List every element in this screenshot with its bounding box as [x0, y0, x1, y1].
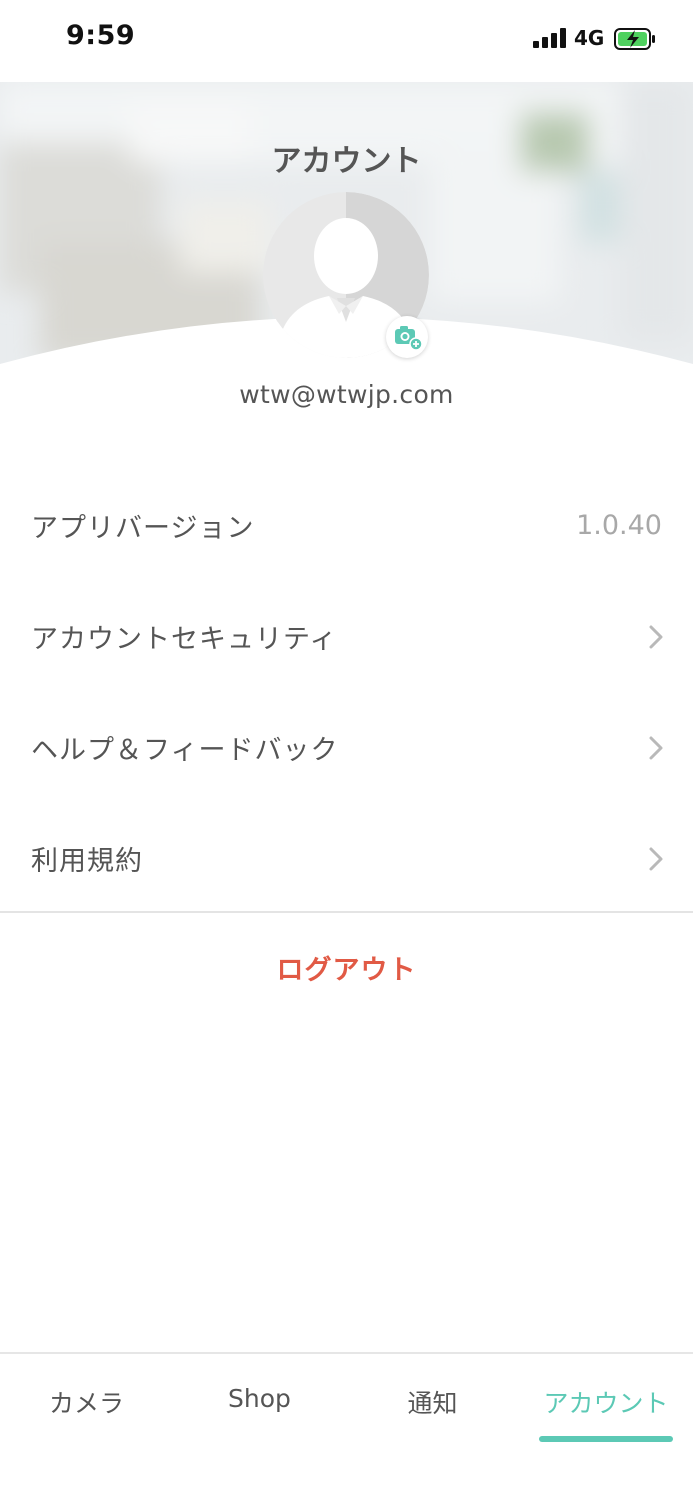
profile-header: アカウント: [0, 82, 693, 412]
signal-icon: [533, 28, 567, 48]
active-tab-indicator: [539, 1436, 673, 1442]
chevron-right-icon: [649, 736, 663, 760]
battery-charging-icon: [614, 28, 655, 50]
logout-button[interactable]: ログアウト: [0, 948, 693, 987]
chevron-right-icon: [649, 847, 663, 871]
tab-account[interactable]: アカウント: [519, 1384, 693, 1420]
app-version-value: 1.0.40: [576, 510, 662, 541]
network-type: 4G: [574, 26, 605, 50]
divider: [0, 911, 693, 913]
menu-item-account-security[interactable]: アカウントセキュリティ: [0, 581, 693, 692]
status-bar: 9:59 4G: [0, 0, 693, 82]
tab-notifications[interactable]: 通知: [346, 1384, 519, 1420]
menu-item-label: アプリバージョン: [31, 513, 255, 544]
camera-add-icon[interactable]: [386, 316, 428, 358]
menu-item-help-feedback[interactable]: ヘルプ＆フィードバック: [0, 692, 693, 803]
status-time: 9:59: [66, 20, 136, 51]
tab-shop[interactable]: Shop: [173, 1384, 346, 1413]
account-email: wtw@wtwjp.com: [239, 380, 454, 409]
menu-item-terms[interactable]: 利用規約: [0, 803, 693, 914]
menu-item-label: 利用規約: [31, 846, 143, 877]
tab-camera[interactable]: カメラ: [0, 1384, 173, 1420]
menu-item-app-version: アプリバージョン 1.0.40: [0, 470, 693, 581]
settings-menu: アプリバージョン 1.0.40 アカウントセキュリティ ヘルプ＆フィードバック …: [0, 470, 693, 914]
page-title: アカウント: [271, 144, 422, 179]
bottom-tab-bar: カメラ Shop 通知 アカウント: [0, 1352, 693, 1502]
chevron-right-icon: [649, 625, 663, 649]
menu-item-label: ヘルプ＆フィードバック: [31, 735, 339, 766]
menu-item-label: アカウントセキュリティ: [31, 624, 338, 655]
